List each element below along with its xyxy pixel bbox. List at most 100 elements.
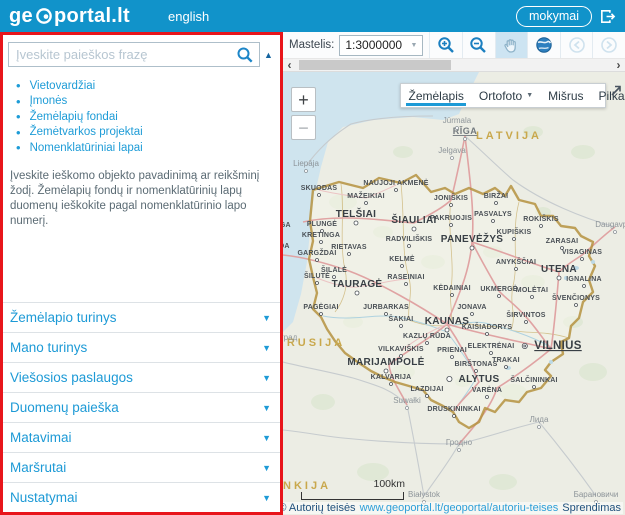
map-city-label: PRIENAI (437, 347, 467, 354)
city-marker (408, 245, 411, 248)
pan-tool-button[interactable] (495, 32, 528, 58)
map-city-label: TRAKAI (492, 357, 520, 364)
logout-icon[interactable] (599, 8, 616, 25)
search-hint: Įveskite ieškomo objekto pavadinimą ar r… (10, 169, 270, 230)
chevron-down-icon: ▼ (262, 493, 271, 503)
scroll-right-arrow[interactable]: › (612, 59, 625, 71)
city-marker (384, 369, 388, 373)
language-link[interactable]: english (168, 9, 209, 24)
accordion-section[interactable]: Viešosios paslaugos▼ (3, 362, 280, 392)
map-city-label: ELEKTRĖNAI (468, 342, 515, 350)
quick-link[interactable]: Žemėtvarkos projektai (30, 126, 143, 138)
map-city-label: KAZLŲ RŪDA (403, 332, 451, 340)
quick-link[interactable]: Vietovardžiai (30, 80, 96, 92)
scrollbar-track[interactable] (296, 59, 612, 71)
search-box (8, 42, 260, 67)
full-extent-tool-button[interactable] (527, 32, 560, 58)
basemap-switcher: ŽemėlapisOrtofoto▼MišrusPilkas (400, 83, 606, 108)
basemap-tab[interactable]: Žemėlapis (401, 84, 471, 107)
collapse-panel-icon[interactable]: ▲ (260, 50, 277, 60)
zoom-in-tool-button[interactable] (429, 32, 462, 58)
scale-select[interactable]: 1:3000000 ▼ (339, 35, 423, 56)
accordion-section[interactable]: Maršrutai▼ (3, 452, 280, 482)
scrollbar-thumb[interactable] (299, 60, 451, 70)
city-marker (486, 396, 489, 399)
attribution-link[interactable]: www.geoportal.lt/geoportal/autoriu-teise… (360, 502, 559, 514)
map-city-label: JONAVA (457, 304, 486, 311)
map-city-label: JONIŠKIS (434, 193, 468, 202)
city-marker (540, 225, 543, 228)
search-input[interactable] (9, 43, 259, 66)
map-city-label: IGNALINA (566, 276, 601, 283)
zoom-out-tool-button[interactable] (462, 32, 495, 58)
map-foreign-city-label: Liepāja (293, 159, 319, 168)
accordion-section[interactable]: Mano turinys▼ (3, 332, 280, 362)
next-extent-button[interactable] (592, 32, 625, 58)
map-zoom-in-button[interactable]: + (291, 87, 316, 112)
city-marker (450, 224, 453, 227)
scalebar-label: 100km (373, 478, 405, 490)
city-marker (505, 366, 508, 369)
map-city-label: LAZDIJAI (410, 386, 443, 393)
city-marker (395, 189, 398, 192)
accordion-section-label: Matavimai (10, 430, 72, 445)
dropdown-arrow-icon: ▼ (410, 42, 417, 49)
city-marker (401, 265, 404, 268)
map-city-label: GARGŽDAI (298, 248, 337, 257)
quick-link-item: •Žemėtvarkos projektai (16, 125, 280, 141)
overview-map-toggle-icon[interactable] (610, 84, 623, 102)
chevron-down-icon: ▼ (262, 403, 271, 413)
map-city-label: VILKAVIŠKIS (378, 344, 424, 353)
map-viewport[interactable]: LATVIJARUSIJALENKIJARĪGAJūrmalaJelgavaLi… (283, 72, 625, 515)
accordion-section[interactable]: Duomenų paieška▼ (3, 392, 280, 422)
attribution-suffix: Sprendimas (562, 502, 621, 514)
map-city-label: ŠVENČIONYS (552, 293, 600, 302)
city-marker (316, 282, 319, 285)
quick-link[interactable]: Žemėlapių fondai (30, 111, 118, 123)
logo-text-suffix: portal.lt (54, 5, 130, 28)
map-major-city-label: ALYTUS (459, 374, 500, 385)
city-marker (320, 313, 323, 316)
city-marker (515, 268, 518, 271)
city-marker (412, 227, 416, 231)
map-zoom-out-button[interactable]: − (291, 115, 316, 140)
city-marker (400, 325, 403, 328)
quick-link[interactable]: Nomenklatūriniai lapai (30, 142, 143, 154)
search-row: ▲ (8, 42, 277, 67)
city-marker (447, 376, 452, 381)
city-marker (513, 238, 516, 241)
chevron-down-icon: ▼ (262, 463, 271, 473)
city-marker (445, 328, 449, 332)
city-marker (498, 295, 501, 298)
quick-link[interactable]: Įmonės (30, 95, 68, 107)
logo[interactable]: ge portal.lt (9, 5, 130, 28)
previous-extent-button[interactable] (560, 32, 593, 58)
search-icon[interactable] (236, 46, 254, 69)
city-marker (583, 285, 586, 288)
map-city-label: RADVILIŠKIS (386, 234, 433, 243)
city-marker (405, 283, 408, 286)
horizontal-scrollbar[interactable]: ‹ › (283, 58, 625, 72)
accordion-section[interactable]: Žemėlapio turinys▼ (3, 302, 280, 332)
bullet-icon: • (16, 79, 21, 92)
city-marker (470, 246, 474, 250)
map-major-city-label: TELŠIAI (336, 207, 376, 220)
map-major-city-label: ŠIAULIAI (391, 213, 436, 226)
city-marker (492, 220, 495, 223)
city-marker (318, 194, 321, 197)
city-marker (320, 241, 323, 244)
map-city-label: DRUSKININKAI (427, 406, 480, 413)
basemap-tab[interactable]: Ortofoto▼ (471, 84, 540, 107)
map-city-label: UKMERGĖ (480, 285, 517, 293)
scroll-left-arrow[interactable]: ‹ (283, 59, 296, 71)
mokymai-button[interactable]: mokymai (516, 6, 592, 27)
quick-link-item: • Vietovardžiai (16, 78, 280, 94)
basemap-tab[interactable]: Mišrus (541, 84, 591, 107)
map-city-label: RIETAVAS (331, 244, 367, 251)
map-major-city-label: KAUNAS (425, 316, 470, 327)
map-major-city-label: MARIJAMPOLĖ (347, 355, 424, 368)
accordion-section[interactable]: Matavimai▼ (3, 422, 280, 452)
header: ge portal.lt english mokymai (0, 0, 625, 32)
accordion-section[interactable]: Nustatymai▼ (3, 482, 280, 512)
accordion-section-label: Viešosios paslaugos (10, 370, 133, 385)
